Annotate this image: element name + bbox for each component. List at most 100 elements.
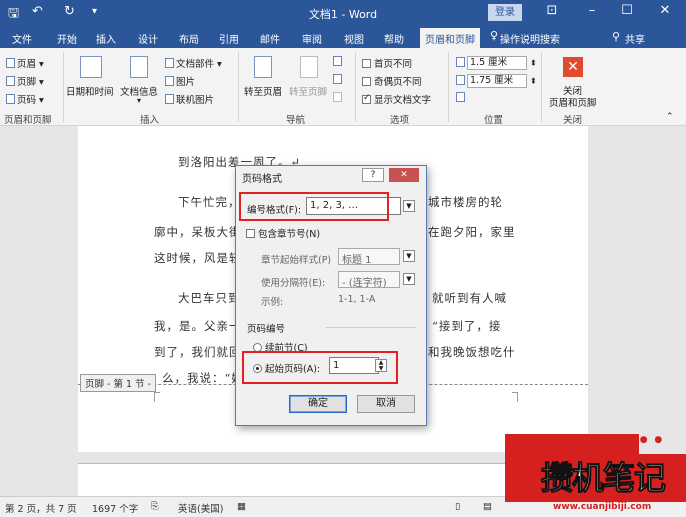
body-text-line: “接到了，接 (432, 319, 502, 333)
page-number-button[interactable]: 页码 ▾ (6, 92, 44, 106)
next-icon[interactable] (333, 74, 344, 86)
chapter-start-select[interactable]: 标题 1 (338, 248, 400, 266)
watermark-dots: ● ● ● (625, 435, 665, 445)
login-button[interactable]: 登录 (488, 4, 522, 21)
goto-header-button[interactable]: 转至页眉 (244, 84, 282, 98)
word-count[interactable]: 1697 个字 (92, 501, 138, 515)
tab-home[interactable]: 开始 (57, 31, 77, 46)
header-position-icon (456, 56, 465, 67)
goto-header-icon (254, 56, 272, 78)
footer-position-icon (456, 74, 465, 85)
tab-references[interactable]: 引用 (219, 31, 239, 46)
body-text-line: 这时候，风是轻 (154, 251, 242, 265)
spinner-icon[interactable]: ⬍ (530, 77, 537, 86)
tell-me-search[interactable]: 操作说明搜索 (500, 31, 560, 46)
group-label-options: 选项 (390, 115, 410, 126)
online-picture-icon (165, 94, 174, 104)
chevron-down-icon[interactable]: ▼ (403, 250, 415, 262)
tab-insert[interactable]: 插入 (96, 31, 116, 46)
first-page-different-checkbox[interactable]: 首页不同 (362, 56, 412, 70)
body-text-line: 城市楼房的轮 (428, 195, 503, 209)
page-number-icon (6, 94, 15, 104)
tab-design[interactable]: 设计 (138, 31, 158, 46)
tab-mailings[interactable]: 邮件 (260, 31, 280, 46)
page-numbering-label: 页码编号 (247, 324, 286, 335)
previous-icon[interactable] (333, 56, 344, 68)
body-text-line: 大巴车只到 (178, 291, 241, 305)
odd-even-different-checkbox[interactable]: 奇偶页不同 (362, 74, 422, 88)
tab-help[interactable]: 帮助 (384, 31, 404, 46)
help-button[interactable]: ? (362, 168, 384, 182)
picture-icon (165, 76, 174, 86)
highlight-box (242, 351, 398, 384)
tab-review[interactable]: 审阅 (302, 31, 322, 46)
group-label-close: 关闭 (563, 115, 583, 126)
group-divider (238, 52, 239, 122)
language[interactable]: 英语(美国) (178, 501, 223, 515)
watermark-url: www.cuanjibiji.com (553, 502, 652, 512)
ribbon-tabs: 文件 开始 插入 设计 布局 引用 邮件 审阅 视图 帮助 页眉和页脚 ♀ 操作… (0, 26, 686, 48)
group-divider (355, 52, 356, 122)
chevron-down-icon[interactable]: ▼ (403, 273, 415, 285)
print-layout-icon[interactable]: ▤ (483, 501, 492, 512)
collapse-ribbon-icon[interactable]: ⌃ (666, 112, 674, 122)
highlight-box (239, 192, 389, 221)
separator-label: 使用分隔符(E): (261, 278, 326, 289)
ribbon-display-icon[interactable]: ⊡ (542, 3, 562, 18)
datetime-button[interactable]: 日期和时间 (66, 84, 114, 98)
spinner-icon[interactable]: ⬍ (530, 59, 537, 68)
section-divider (326, 327, 416, 328)
tab-header-footer[interactable]: 页眉和页脚 (420, 28, 480, 48)
body-text-line: 到了，我们就回 (154, 345, 242, 359)
share-button[interactable]: 共享 (625, 31, 645, 46)
show-document-text-checkbox[interactable]: 显示文档文字 (362, 92, 431, 106)
footer-icon (6, 76, 15, 86)
group-label-insert: 插入 (140, 115, 160, 126)
maximize-icon[interactable]: ☐ (617, 3, 637, 18)
minimize-icon[interactable]: – (582, 3, 602, 18)
close-header-footer-button[interactable]: 页眉和页脚 (549, 95, 597, 109)
ribbon: 页眉 ▾ 页脚 ▾ 页码 ▾ 页眉和页脚 日期和时间 文档信息 ▾ 文档部件 ▾… (0, 48, 686, 126)
group-divider (63, 52, 64, 122)
separator-select[interactable]: - (连字符) (338, 271, 400, 289)
insert-alignment-tab-icon[interactable] (456, 92, 467, 104)
ok-button[interactable]: 确定 (289, 395, 347, 413)
group-divider (448, 52, 449, 122)
page-count[interactable]: 第 2 页，共 7 页 (5, 501, 77, 515)
close-header-footer-icon: ✕ (563, 57, 583, 77)
docinfo-icon (130, 56, 148, 78)
group-divider (541, 52, 542, 122)
page-number-format-dialog: 页码格式 ? ✕ 编号格式(F): 1, 2, 3, … ▼ 包含章节号(N) … (235, 165, 427, 426)
tab-view[interactable]: 视图 (344, 31, 364, 46)
calendar-icon (80, 56, 102, 78)
body-text-line: 和我晚饭想吃什 (428, 345, 516, 359)
header-icon (6, 58, 15, 68)
tab-layout[interactable]: 布局 (179, 31, 199, 46)
quickparts-button[interactable]: 文档部件 ▾ (165, 56, 222, 70)
picture-button[interactable]: 图片 (165, 74, 195, 88)
tab-file[interactable]: 文件 (12, 31, 32, 46)
example-value: 1-1, 1-A (338, 294, 376, 305)
chevron-down-icon[interactable]: ▼ (403, 200, 415, 212)
body-text-line: 就听到有人喊 (432, 291, 507, 305)
group-label-navigation: 导航 (286, 115, 306, 126)
dialog-close-button[interactable]: ✕ (389, 168, 419, 182)
footer-button[interactable]: 页脚 ▾ (6, 74, 44, 88)
online-picture-button[interactable]: 联机图片 (165, 92, 214, 106)
group-label-position: 位置 (484, 115, 504, 126)
footer-position-field[interactable]: 1.75 厘米 ⬍ (456, 74, 537, 88)
macro-icon[interactable]: ▦ (237, 501, 246, 512)
cancel-button[interactable]: 取消 (357, 395, 415, 413)
close-icon[interactable]: ✕ (655, 3, 675, 18)
include-chapter-checkbox[interactable]: 包含章节号(N) (246, 226, 320, 240)
quickparts-icon (165, 58, 174, 68)
link-previous-icon[interactable] (333, 92, 344, 104)
read-mode-icon[interactable]: ▯ (455, 501, 460, 512)
margin-mark (512, 392, 518, 402)
group-label-header-footer: 页眉和页脚 (4, 115, 52, 126)
header-button[interactable]: 页眉 ▾ (6, 56, 44, 70)
proofing-icon[interactable]: ⎘ (151, 501, 159, 512)
header-position-field[interactable]: 1.5 厘米 ⬍ (456, 56, 537, 70)
goto-footer-button[interactable]: 转至页脚 (289, 84, 327, 98)
title-bar: 🖫 ↶ ↻ ▾ 文档1 - Word 登录 ⊡ – ☐ ✕ (0, 0, 686, 26)
